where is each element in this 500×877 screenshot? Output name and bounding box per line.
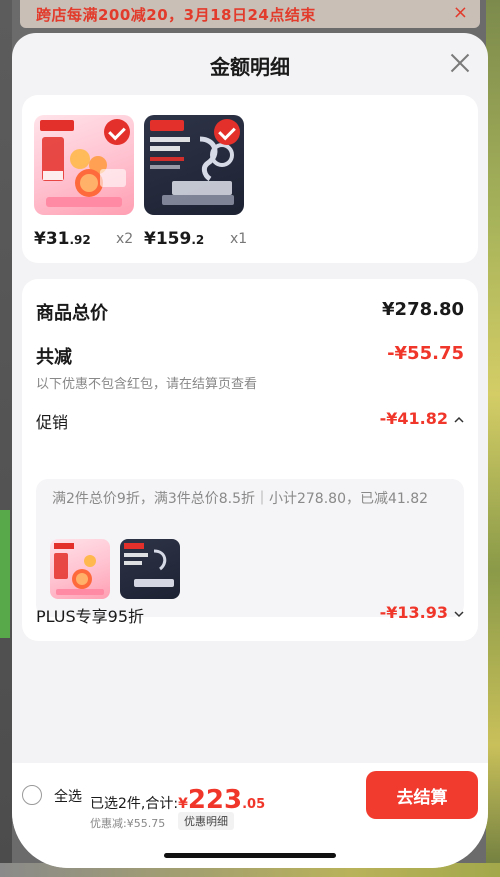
amount-details-card: 商品总价 ¥278.80 共减 -¥55.75 以下优惠不包含红包，请在结算页查… bbox=[22, 279, 478, 641]
discount-amount: 优惠减:¥55.75 bbox=[90, 817, 166, 830]
promo-thumb-1 bbox=[50, 539, 110, 599]
chevron-up-icon[interactable] bbox=[454, 416, 464, 424]
promo-value[interactable]: -¥41.82 bbox=[380, 409, 448, 428]
selected-check-icon bbox=[214, 119, 240, 145]
selection-summary: 已选2件,合计:¥223.05 bbox=[90, 785, 266, 815]
reduce-note: 以下优惠不包含红包，请在结算页查看 bbox=[36, 377, 258, 392]
thumb-illustration-2 bbox=[124, 543, 174, 587]
background-left bbox=[0, 0, 12, 877]
thumb-illustration-1 bbox=[54, 543, 104, 595]
promo-thumb-2 bbox=[120, 539, 180, 599]
discount-detail-button[interactable]: 优惠明细 bbox=[178, 812, 234, 830]
total-reduce-value: -¥55.75 bbox=[387, 343, 464, 364]
product-qty-2: x1 bbox=[230, 231, 248, 247]
checkout-bar: 全选 已选2件,合计:¥223.05 优惠减:¥55.75 优惠明细 去结算 bbox=[12, 763, 488, 868]
chevron-down-icon[interactable] bbox=[454, 610, 464, 618]
total-price-label: 商品总价 bbox=[36, 303, 108, 324]
plus-discount-value[interactable]: -¥13.93 bbox=[380, 603, 448, 622]
total-price-value: ¥278.80 bbox=[382, 299, 464, 320]
select-all-label[interactable]: 全选 bbox=[54, 786, 82, 806]
product-image-1[interactable] bbox=[34, 115, 134, 215]
promo-detail-text: 满2件总价9折，满3件总价8.5折｜小计278.80，已减41.82 bbox=[52, 491, 429, 507]
checkout-button[interactable]: 去结算 bbox=[366, 771, 478, 819]
amount-detail-sheet: 金额明细 ¥31.92 x2 ¥159.2 x1 商品总价 ¥278.80 共减… bbox=[12, 33, 488, 868]
product-card: ¥31.92 x2 ¥159.2 x1 bbox=[22, 95, 478, 263]
banner-close-icon[interactable]: × bbox=[453, 2, 468, 23]
promo-banner-text: 跨店每满200减20，3月18日24点结束 bbox=[36, 6, 316, 24]
sheet-title: 金额明细 bbox=[210, 55, 290, 79]
product-price-2: ¥159.2 bbox=[144, 229, 205, 249]
radio-unchecked-icon[interactable] bbox=[22, 785, 42, 805]
promo-detail-box: 满2件总价9折，满3件总价8.5折｜小计278.80，已减41.82 bbox=[36, 479, 464, 617]
plus-discount-label: PLUS专享95折 bbox=[36, 607, 144, 626]
selected-check-icon bbox=[104, 119, 130, 145]
promo-banner: 跨店每满200减20，3月18日24点结束 × bbox=[20, 0, 480, 28]
total-amount: 223 bbox=[187, 785, 243, 815]
product-price-1: ¥31.92 bbox=[34, 229, 91, 249]
promo-label: 促销 bbox=[36, 413, 69, 432]
background-right bbox=[486, 0, 500, 877]
product-qty-1: x2 bbox=[116, 231, 134, 247]
product-image-2[interactable] bbox=[144, 115, 244, 215]
close-icon[interactable] bbox=[446, 49, 474, 77]
home-indicator[interactable] bbox=[164, 853, 336, 858]
background-left-accent bbox=[0, 510, 10, 638]
total-reduce-label: 共减 bbox=[36, 347, 72, 368]
